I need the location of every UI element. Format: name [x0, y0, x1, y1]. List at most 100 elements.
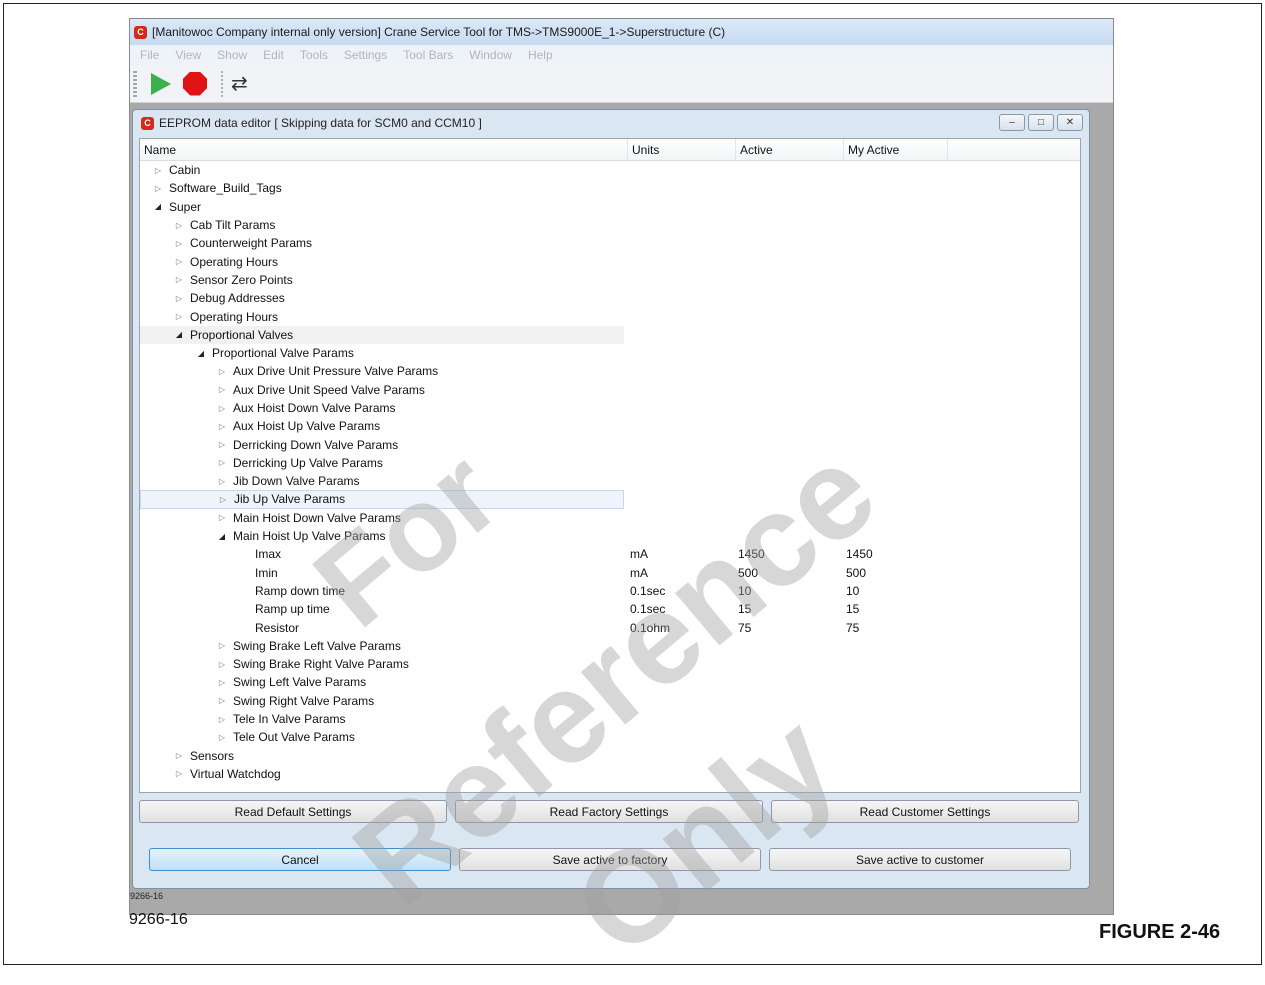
tree-item-label: Debug Addresses: [190, 291, 285, 306]
tree-node-row[interactable]: ▷ Swing Brake Right Valve Params: [140, 655, 1080, 673]
tree-node-row[interactable]: ▷ Main Hoist Down Valve Params: [140, 509, 1080, 527]
tree-node-row[interactable]: ▷ Debug Addresses: [140, 289, 1080, 307]
tree-node-row[interactable]: ▷ Operating Hours: [140, 307, 1080, 325]
menu-settings[interactable]: Settings: [344, 48, 387, 62]
my-active-value-cell[interactable]: 10: [844, 584, 948, 598]
menu-tool-bars[interactable]: Tool Bars: [403, 48, 453, 62]
close-button[interactable]: ✕: [1057, 114, 1083, 131]
menu-window[interactable]: Window: [469, 48, 512, 62]
tree-node-row[interactable]: ◢ Main Hoist Up Valve Params: [140, 527, 1080, 545]
expand-arrow-icon[interactable]: ▷: [217, 495, 229, 504]
read-customer-settings-button[interactable]: Read Customer Settings: [771, 800, 1079, 823]
tree-node-row[interactable]: ▷ Counterweight Params: [140, 234, 1080, 252]
tree-node-row[interactable]: ▷ Cab Tilt Params: [140, 216, 1080, 234]
my-active-value-cell[interactable]: 1450: [844, 547, 948, 561]
expand-arrow-icon[interactable]: ▷: [216, 715, 228, 724]
collapse-arrow-icon[interactable]: ◢: [195, 349, 207, 358]
menu-help[interactable]: Help: [528, 48, 553, 62]
tree-node-row[interactable]: ◢ Super: [140, 198, 1080, 216]
tree-node-row[interactable]: ▷ Virtual Watchdog: [140, 765, 1080, 783]
expand-arrow-icon[interactable]: ▷: [173, 275, 185, 284]
tree-node-row[interactable]: ▷ Derricking Up Valve Params: [140, 454, 1080, 472]
expand-arrow-icon[interactable]: ▷: [216, 458, 228, 467]
expand-arrow-icon[interactable]: ▷: [152, 166, 164, 175]
tree-leaf-row[interactable]: Resistor 0.1ohm 75 75: [140, 618, 1080, 636]
expand-arrow-icon[interactable]: ▷: [216, 696, 228, 705]
cancel-button[interactable]: Cancel: [149, 848, 451, 871]
collapse-arrow-icon[interactable]: ◢: [216, 532, 228, 541]
tree-node-row[interactable]: ▷ Swing Right Valve Params: [140, 692, 1080, 710]
minimize-button[interactable]: –: [999, 114, 1025, 131]
expand-arrow-icon[interactable]: ▷: [173, 769, 185, 778]
active-value-cell: 1450: [738, 547, 765, 562]
expand-arrow-icon[interactable]: ▷: [173, 312, 185, 321]
menu-view[interactable]: View: [175, 48, 201, 62]
tree-node-row[interactable]: ◢ Proportional Valve Params: [140, 344, 1080, 362]
figure-caption: FIGURE 2-46: [1099, 921, 1221, 943]
refresh-icon[interactable]: ⇄: [231, 74, 248, 94]
menu-file[interactable]: File: [140, 48, 159, 62]
play-icon[interactable]: [151, 72, 171, 95]
expand-arrow-icon[interactable]: ▷: [216, 678, 228, 687]
tree-node-row[interactable]: ▷ Aux Drive Unit Speed Valve Params: [140, 381, 1080, 399]
maximize-button[interactable]: □: [1028, 114, 1054, 131]
menu-edit[interactable]: Edit: [263, 48, 284, 62]
expand-arrow-icon[interactable]: ▷: [216, 641, 228, 650]
active-value-cell: 75: [738, 620, 752, 635]
tree-node-row[interactable]: ▷ Aux Hoist Up Valve Params: [140, 417, 1080, 435]
tree-node-row[interactable]: ▷ Aux Drive Unit Pressure Valve Params: [140, 362, 1080, 380]
menu-tools[interactable]: Tools: [300, 48, 328, 62]
expand-arrow-icon[interactable]: ▷: [173, 294, 185, 303]
menu-show[interactable]: Show: [217, 48, 247, 62]
column-header-my-active[interactable]: My Active: [844, 139, 948, 160]
tree-node-row[interactable]: ▷ Jib Down Valve Params: [140, 472, 1080, 490]
tree-node-row[interactable]: ▷ Operating Hours: [140, 252, 1080, 270]
tree-node-row[interactable]: ▷ Software_Build_Tags: [140, 179, 1080, 197]
tree-node-row[interactable]: ◢ Proportional Valves: [140, 325, 624, 344]
expand-arrow-icon[interactable]: ▷: [173, 221, 185, 230]
tree-node-row[interactable]: ▷ Swing Brake Left Valve Params: [140, 637, 1080, 655]
tree-leaf-row[interactable]: Ramp up time 0.1sec 15 15: [140, 600, 1080, 618]
read-default-settings-button[interactable]: Read Default Settings: [139, 800, 447, 823]
eeprom-tree-view[interactable]: Name Units Active My Active ▷ Cabin ▷ Softw…: [139, 138, 1081, 793]
collapse-arrow-icon[interactable]: ◢: [173, 330, 185, 339]
stop-icon[interactable]: [183, 71, 207, 96]
tree-leaf-row[interactable]: Imin mA 500 500: [140, 564, 1080, 582]
expand-arrow-icon[interactable]: ▷: [216, 367, 228, 376]
expand-arrow-icon[interactable]: ▷: [216, 733, 228, 742]
my-active-value-cell[interactable]: 500: [844, 566, 948, 580]
tree-node-row[interactable]: ▷ Derricking Down Valve Params: [140, 435, 1080, 453]
expand-arrow-icon[interactable]: ▷: [216, 385, 228, 394]
tree-node-row[interactable]: ▷ Jib Up Valve Params: [140, 490, 624, 509]
column-header-active[interactable]: Active: [736, 139, 844, 160]
my-active-value-cell[interactable]: 15: [844, 602, 948, 616]
tree-node-row[interactable]: ▷ Swing Left Valve Params: [140, 673, 1080, 691]
tree-item-label: Operating Hours: [190, 309, 279, 324]
expand-arrow-icon[interactable]: ▷: [216, 422, 228, 431]
tree-node-row[interactable]: ▷ Sensors: [140, 747, 1080, 765]
tree-leaf-row[interactable]: Imax mA 1450 1450: [140, 545, 1080, 563]
tree-leaf-row[interactable]: Ramp down time 0.1sec 10 10: [140, 582, 1080, 600]
tree-node-row[interactable]: ▷ Aux Hoist Down Valve Params: [140, 399, 1080, 417]
expand-arrow-icon[interactable]: ▷: [216, 440, 228, 449]
my-active-value-cell[interactable]: 75: [844, 621, 948, 635]
expand-arrow-icon[interactable]: ▷: [152, 184, 164, 193]
column-header-name[interactable]: Name: [140, 139, 628, 160]
expand-arrow-icon[interactable]: ▷: [216, 660, 228, 669]
collapse-arrow-icon[interactable]: ◢: [152, 202, 164, 211]
toolbar-grip[interactable]: [133, 70, 137, 97]
expand-arrow-icon[interactable]: ▷: [216, 513, 228, 522]
expand-arrow-icon[interactable]: ▷: [216, 477, 228, 486]
save-active-to-factory-button[interactable]: Save active to factory: [459, 848, 761, 871]
expand-arrow-icon[interactable]: ▷: [173, 751, 185, 760]
tree-node-row[interactable]: ▷ Tele Out Valve Params: [140, 728, 1080, 746]
save-active-to-customer-button[interactable]: Save active to customer: [769, 848, 1071, 871]
tree-node-row[interactable]: ▷ Sensor Zero Points: [140, 271, 1080, 289]
expand-arrow-icon[interactable]: ▷: [173, 239, 185, 248]
tree-node-row[interactable]: ▷ Tele In Valve Params: [140, 710, 1080, 728]
expand-arrow-icon[interactable]: ▷: [216, 404, 228, 413]
tree-node-row[interactable]: ▷ Cabin: [140, 161, 1080, 179]
expand-arrow-icon[interactable]: ▷: [173, 257, 185, 266]
column-header-units[interactable]: Units: [628, 139, 736, 160]
read-factory-settings-button[interactable]: Read Factory Settings: [455, 800, 763, 823]
